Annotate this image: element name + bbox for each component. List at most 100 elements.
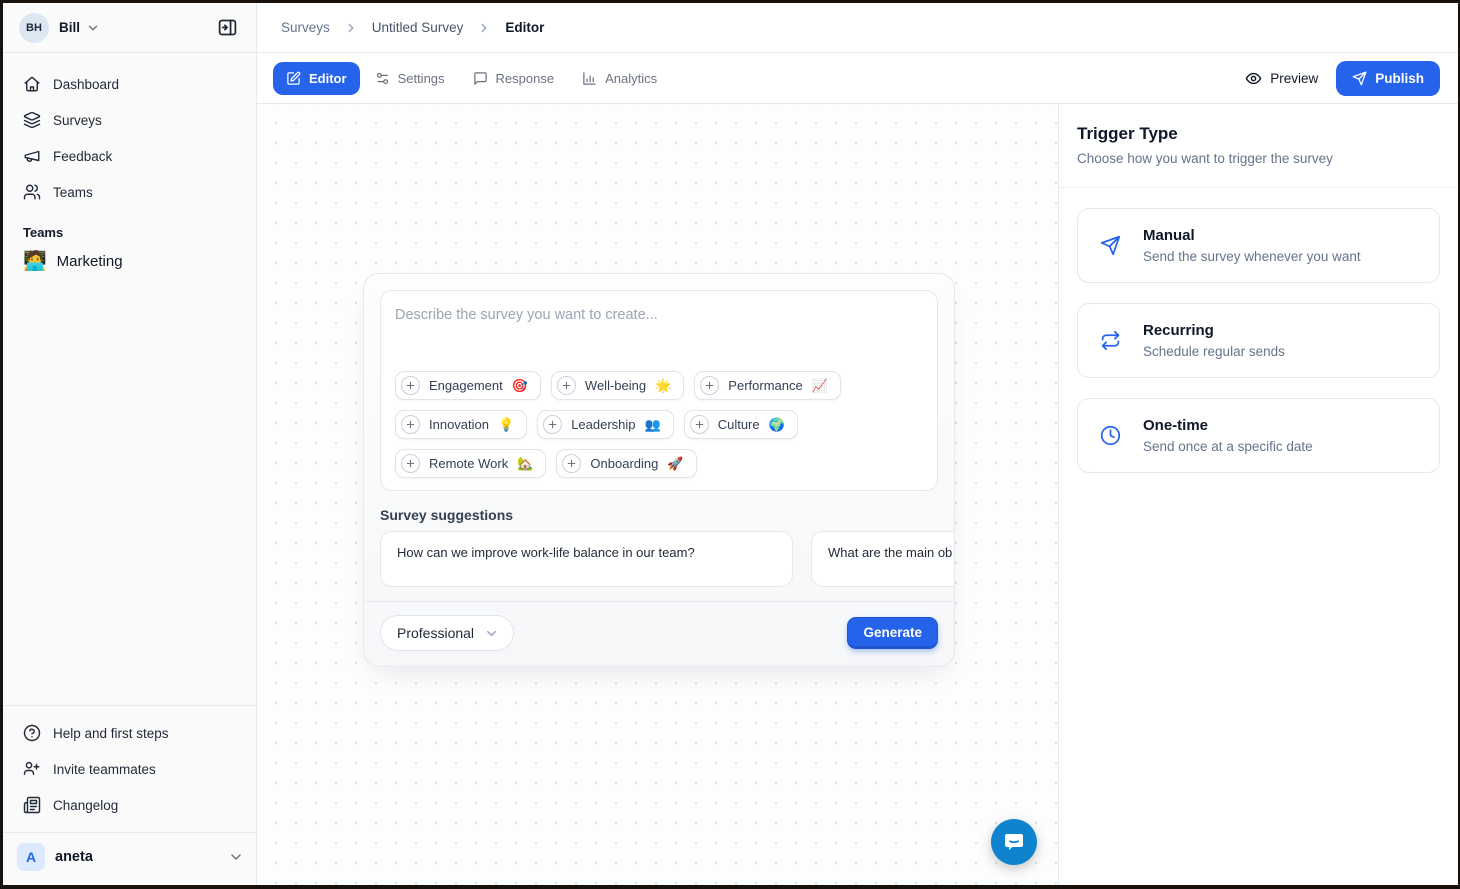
topic-emoji: 🎯 bbox=[512, 378, 528, 394]
breadcrumb-surveys[interactable]: Surveys bbox=[281, 20, 330, 35]
trigger-option-description: Send the survey whenever you want bbox=[1143, 249, 1361, 264]
breadcrumb: Surveys Untitled Survey Editor bbox=[257, 3, 1458, 53]
tone-select[interactable]: Professional bbox=[380, 615, 514, 651]
home-icon bbox=[23, 75, 41, 93]
topic-chip-remote-work[interactable]: Remote Work 🏡 bbox=[395, 449, 546, 478]
topic-emoji: 📈 bbox=[812, 378, 828, 394]
trigger-option-manual[interactable]: Manual Send the survey whenever you want bbox=[1077, 208, 1440, 283]
plus-icon bbox=[562, 454, 581, 473]
send-icon bbox=[1352, 71, 1367, 86]
sidebar: BH Bill Dashboard Surv bbox=[3, 3, 257, 885]
prompt-input[interactable]: Describe the survey you want to create..… bbox=[395, 307, 923, 323]
trigger-option-one-time[interactable]: One-time Send once at a specific date bbox=[1077, 398, 1440, 473]
user-name: aneta bbox=[55, 849, 93, 865]
sidebar-item-teams[interactable]: Teams bbox=[13, 175, 246, 209]
layers-icon bbox=[23, 111, 41, 129]
tab-label: Analytics bbox=[605, 71, 657, 86]
trigger-option-title: Recurring bbox=[1143, 322, 1285, 339]
team-name: Marketing bbox=[57, 253, 123, 270]
workspace-name: Bill bbox=[59, 20, 80, 35]
sidebar-item-label: Surveys bbox=[53, 113, 102, 128]
trigger-panel-title: Trigger Type bbox=[1077, 124, 1440, 144]
chevron-down-icon bbox=[228, 849, 244, 865]
topic-chip-onboarding[interactable]: Onboarding 🚀 bbox=[556, 449, 696, 478]
composer-footer: Professional Generate bbox=[364, 601, 954, 666]
app-window: BH Bill Dashboard Surv bbox=[3, 3, 1458, 885]
sidebar-item-label: Dashboard bbox=[53, 77, 119, 92]
chat-launcher-button[interactable] bbox=[991, 819, 1037, 865]
breadcrumb-survey-name[interactable]: Untitled Survey bbox=[372, 20, 464, 35]
preview-label: Preview bbox=[1270, 71, 1318, 86]
topic-chip-innovation[interactable]: Innovation 💡 bbox=[395, 410, 527, 439]
topic-chip-well-being[interactable]: Well-being 🌟 bbox=[551, 371, 684, 400]
user-menu[interactable]: A aneta bbox=[3, 832, 256, 885]
sidebar-item-surveys[interactable]: Surveys bbox=[13, 103, 246, 137]
tone-value: Professional bbox=[397, 625, 474, 641]
topic-emoji: 🏡 bbox=[517, 456, 533, 472]
topic-chip-leadership[interactable]: Leadership 👥 bbox=[537, 410, 674, 439]
panel-right-icon bbox=[217, 17, 238, 38]
editor-canvas[interactable]: Describe the survey you want to create..… bbox=[257, 104, 1058, 885]
tab-settings[interactable]: Settings bbox=[362, 62, 458, 95]
sidebar-item-dashboard[interactable]: Dashboard bbox=[13, 67, 246, 101]
sidebar-item-feedback[interactable]: Feedback bbox=[13, 139, 246, 173]
generate-button[interactable]: Generate bbox=[847, 617, 938, 649]
main-column: Surveys Untitled Survey Editor Editor bbox=[257, 3, 1458, 885]
sidebar-item-changelog[interactable]: Changelog bbox=[13, 788, 246, 822]
suggestion-card[interactable]: What are the main ob bbox=[811, 531, 954, 587]
newspaper-icon bbox=[23, 796, 41, 814]
suggestions-title: Survey suggestions bbox=[380, 507, 938, 523]
trigger-option-description: Schedule regular sends bbox=[1143, 344, 1285, 359]
plus-icon bbox=[700, 376, 719, 395]
sidebar-item-invite[interactable]: Invite teammates bbox=[13, 752, 246, 786]
trigger-option-text: Recurring Schedule regular sends bbox=[1143, 322, 1285, 359]
topic-emoji: 🚀 bbox=[667, 456, 683, 472]
plus-icon bbox=[543, 415, 562, 434]
sidebar-item-label: Teams bbox=[53, 185, 93, 200]
repeat-icon bbox=[1100, 330, 1121, 351]
workspace-switcher[interactable]: BH Bill bbox=[3, 3, 256, 53]
chevron-down-icon bbox=[484, 626, 499, 641]
topic-chips: Engagement 🎯 Well-being 🌟 Performance bbox=[395, 371, 923, 478]
suggestion-card[interactable]: How can we improve work-life balance in … bbox=[380, 531, 793, 587]
topic-chip-performance[interactable]: Performance 📈 bbox=[694, 371, 841, 400]
topic-chip-engagement[interactable]: Engagement 🎯 bbox=[395, 371, 541, 400]
trigger-option-description: Send once at a specific date bbox=[1143, 439, 1313, 454]
user-plus-icon bbox=[23, 760, 41, 778]
sidebar-collapse-button[interactable] bbox=[212, 13, 242, 43]
chevron-right-icon bbox=[344, 21, 358, 35]
tab-analytics[interactable]: Analytics bbox=[569, 62, 670, 95]
topic-emoji: 💡 bbox=[498, 417, 514, 433]
eye-icon bbox=[1245, 70, 1262, 87]
tab-label: Settings bbox=[398, 71, 445, 86]
plus-icon bbox=[557, 376, 576, 395]
megaphone-icon bbox=[23, 147, 41, 165]
sidebar-item-team-marketing[interactable]: 🧑‍💻 Marketing bbox=[13, 246, 246, 277]
preview-button[interactable]: Preview bbox=[1245, 70, 1318, 87]
sidebar-item-label: Feedback bbox=[53, 149, 112, 164]
sidebar-footer: Help and first steps Invite teammates Ch… bbox=[3, 705, 256, 824]
content-row: Describe the survey you want to create..… bbox=[257, 104, 1458, 885]
tab-response[interactable]: Response bbox=[460, 62, 568, 95]
tab-editor[interactable]: Editor bbox=[273, 62, 360, 95]
sidebar-item-label: Changelog bbox=[53, 798, 118, 813]
trigger-options: Manual Send the survey whenever you want… bbox=[1059, 188, 1458, 493]
workspace-avatar: BH bbox=[19, 13, 49, 43]
team-emoji: 🧑‍💻 bbox=[23, 252, 47, 271]
chat-bubble-icon bbox=[1002, 830, 1026, 854]
prompt-card: Describe the survey you want to create..… bbox=[380, 290, 938, 491]
bar-chart-icon bbox=[582, 71, 597, 86]
topic-chip-culture[interactable]: Culture 🌍 bbox=[684, 410, 798, 439]
users-icon bbox=[23, 183, 41, 201]
trigger-option-recurring[interactable]: Recurring Schedule regular sends bbox=[1077, 303, 1440, 378]
trigger-panel: Trigger Type Choose how you want to trig… bbox=[1058, 104, 1458, 885]
trigger-panel-subtitle: Choose how you want to trigger the surve… bbox=[1077, 151, 1440, 166]
chevron-down-icon bbox=[86, 21, 100, 35]
topic-emoji: 👥 bbox=[645, 417, 661, 433]
trigger-option-title: One-time bbox=[1143, 417, 1313, 434]
send-icon bbox=[1100, 235, 1121, 256]
publish-button[interactable]: Publish bbox=[1336, 61, 1440, 96]
ai-composer: Describe the survey you want to create..… bbox=[363, 273, 955, 667]
topic-emoji: 🌟 bbox=[655, 378, 671, 394]
sidebar-item-help[interactable]: Help and first steps bbox=[13, 716, 246, 750]
